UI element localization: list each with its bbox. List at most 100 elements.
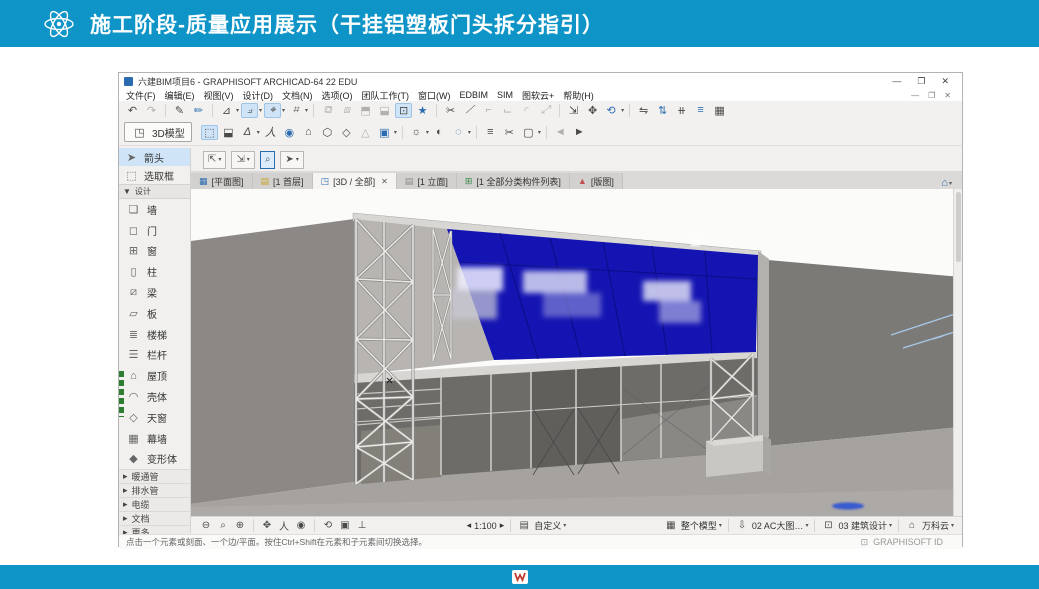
orbit-icon[interactable]: ⟲ — [321, 520, 335, 531]
menu-design[interactable]: 设计(D) — [243, 89, 274, 102]
menu-sim[interactable]: SIM — [497, 90, 513, 100]
3d-viewport[interactable] — [191, 189, 962, 516]
toolbox-section-document[interactable]: ▸文档 — [119, 511, 190, 525]
magic-wand-icon[interactable]: ★ — [414, 103, 431, 118]
orbit-mode-button[interactable]: ⇲▾ — [231, 151, 254, 169]
doc-close-button[interactable]: ✕ — [944, 91, 951, 100]
project-dropdown[interactable]: ⌂万科云▾ — [905, 519, 954, 532]
redo-icon[interactable]: ↷ — [143, 103, 160, 118]
pan-mode-button[interactable]: ⇱▾ — [203, 151, 226, 169]
tool-slab[interactable]: ▱板 — [119, 303, 190, 324]
suspend-groups-icon[interactable]: ⊡ — [395, 103, 412, 118]
marquee-view-icon[interactable]: ⬚ — [201, 125, 218, 140]
zoom-mode-button[interactable]: ⌕ — [260, 151, 276, 169]
tool-curtainwall[interactable]: ▦幕墙 — [119, 428, 190, 449]
marquee-tool[interactable]: ⬚ 选取框 — [119, 166, 190, 184]
ungroup-icon[interactable]: ⧈ — [338, 103, 355, 118]
chevron-down-icon[interactable]: ▾ — [426, 129, 429, 136]
fit-window-icon[interactable]: ▣ — [338, 520, 352, 531]
print-icon[interactable]: ▤ — [517, 520, 531, 531]
tab-floorplan[interactable]: ▦[平面图] — [191, 173, 253, 189]
sun-icon[interactable]: ☼ — [408, 125, 425, 140]
tab-3d-all[interactable]: ◳[3D / 全部]✕ — [313, 173, 397, 189]
tool-window[interactable]: ⊞窗 — [119, 241, 190, 262]
resize-icon[interactable]: ⤢ — [537, 103, 554, 118]
tool-wall[interactable]: ❏墙 — [119, 199, 190, 220]
toolbox-section-design[interactable]: ▼ 设计 — [119, 184, 190, 199]
tool-column[interactable]: ▯柱 — [119, 261, 190, 282]
next-view-icon[interactable]: ► — [571, 125, 588, 140]
group-icon[interactable]: ⧉ — [319, 103, 336, 118]
previous-view-icon[interactable]: ◄ — [552, 125, 569, 140]
layer-combination-dropdown[interactable]: ⇩02 AC大图…▾ — [735, 519, 809, 532]
tool-railing[interactable]: ☰栏杆 — [119, 345, 190, 366]
tool-roof[interactable]: ⌂屋顶 — [119, 365, 190, 386]
tab-schedule[interactable]: ⊞[1 全部分类构件列表] — [457, 173, 570, 189]
chevron-down-icon[interactable]: ▾ — [259, 107, 262, 114]
tool-beam[interactable]: ⧄梁 — [119, 282, 190, 303]
menu-view[interactable]: 视图(V) — [204, 89, 234, 102]
chevron-down-icon[interactable]: ▾ — [468, 129, 471, 136]
set-square-icon[interactable]: ⊿ — [218, 103, 235, 118]
graphisoft-id-widget[interactable]: ⊡ GRAPHISOFT ID — [861, 537, 955, 548]
perspective-icon[interactable]: ◇ — [338, 125, 355, 140]
tool-stair[interactable]: ≣楼梯 — [119, 324, 190, 345]
zoom-in-icon[interactable]: ⊕ — [233, 520, 247, 531]
align-icon[interactable]: ≡ — [692, 103, 709, 118]
menu-document[interactable]: 文档(N) — [282, 89, 313, 102]
menu-window[interactable]: 窗口(W) — [418, 89, 451, 102]
tool-door[interactable]: ◻门 — [119, 220, 190, 241]
look-to-icon[interactable]: △ — [357, 125, 374, 140]
tool-shell[interactable]: ◠壳体 — [119, 386, 190, 407]
snap-grid-icon[interactable]: ⌗ — [287, 103, 304, 118]
toolbox-section-cable[interactable]: ▸电缆 — [119, 497, 190, 511]
intersect-icon[interactable]: ⌙ — [499, 103, 516, 118]
camera-icon[interactable]: ▣ — [376, 125, 393, 140]
fit-view-icon[interactable]: ▢ — [520, 125, 537, 140]
lock-icon[interactable]: ⬒ — [357, 103, 374, 118]
walk-icon[interactable]: 人 — [262, 125, 279, 140]
undo-icon[interactable]: ↶ — [124, 103, 141, 118]
tab-layout[interactable]: ▲[版图] — [570, 173, 623, 189]
chevron-down-icon[interactable]: ▾ — [257, 129, 260, 136]
chevron-down-icon[interactable]: ▾ — [305, 107, 308, 114]
minimize-button[interactable]: — — [892, 76, 901, 87]
inject-parameters-icon[interactable]: ✏ — [190, 103, 207, 118]
menu-edit[interactable]: 编辑(E) — [165, 89, 195, 102]
walk-icon[interactable]: 人 — [277, 518, 291, 533]
guide-lines-icon[interactable]: ⌖ — [264, 103, 281, 118]
pickup-parameters-icon[interactable]: ✎ — [171, 103, 188, 118]
tab-first-floor[interactable]: ▤[1 首层] — [253, 173, 313, 189]
3d-view-button[interactable]: ◳ 3D模型 — [124, 122, 192, 142]
menu-help[interactable]: 帮助(H) — [563, 89, 594, 102]
cutting-plane-icon[interactable]: ✂ — [501, 125, 518, 140]
model-filter-dropdown[interactable]: ▦整个模型▾ — [664, 519, 722, 532]
chevron-down-icon[interactable]: ▾ — [236, 107, 239, 114]
adjust-icon[interactable]: ⌐ — [480, 103, 497, 118]
trim-icon[interactable]: ✂ — [442, 103, 459, 118]
gravity-icon[interactable]: ⟓ — [241, 103, 258, 118]
menu-edbim[interactable]: EDBIM — [460, 90, 489, 100]
unlock-icon[interactable]: ⬓ — [376, 103, 393, 118]
crop-view-icon[interactable]: ⬓ — [220, 125, 237, 140]
pan-icon[interactable]: ✥ — [260, 520, 274, 531]
view-orientation-icon[interactable]: Δ — [239, 125, 256, 140]
arrow-tool[interactable]: ➤ 箭头 — [119, 148, 190, 166]
render-icon[interactable]: ◌ — [450, 125, 467, 140]
scale-next-arrow[interactable]: ▸ — [500, 520, 505, 531]
zoom-out-icon[interactable]: ⊖ — [199, 520, 213, 531]
fillet-icon[interactable]: ◜ — [518, 103, 535, 118]
doc-minimize-button[interactable]: — — [911, 91, 919, 100]
menu-teamwork[interactable]: 团队工作(T) — [362, 89, 410, 102]
menu-cloud[interactable]: 图软云+ — [522, 89, 554, 102]
toolbox-section-hvac[interactable]: ▸暖通管 — [119, 469, 190, 483]
tool-morph[interactable]: ◆变形体 — [119, 449, 190, 470]
viewport-scrollbar[interactable] — [953, 189, 962, 516]
mirror-icon[interactable]: ⇋ — [635, 103, 652, 118]
cursor-mode-button[interactable]: ➤▾ — [280, 151, 303, 169]
design-phase-dropdown[interactable]: ⊡03 建筑设计▾ — [821, 519, 892, 532]
scale-control[interactable]: ◂ 1:100 ▸ — [467, 520, 505, 531]
restore-button[interactable]: ❐ — [917, 76, 925, 87]
zoom-reset-icon[interactable]: ⌕ — [216, 520, 230, 531]
distribute-icon[interactable]: ▦ — [711, 103, 728, 118]
